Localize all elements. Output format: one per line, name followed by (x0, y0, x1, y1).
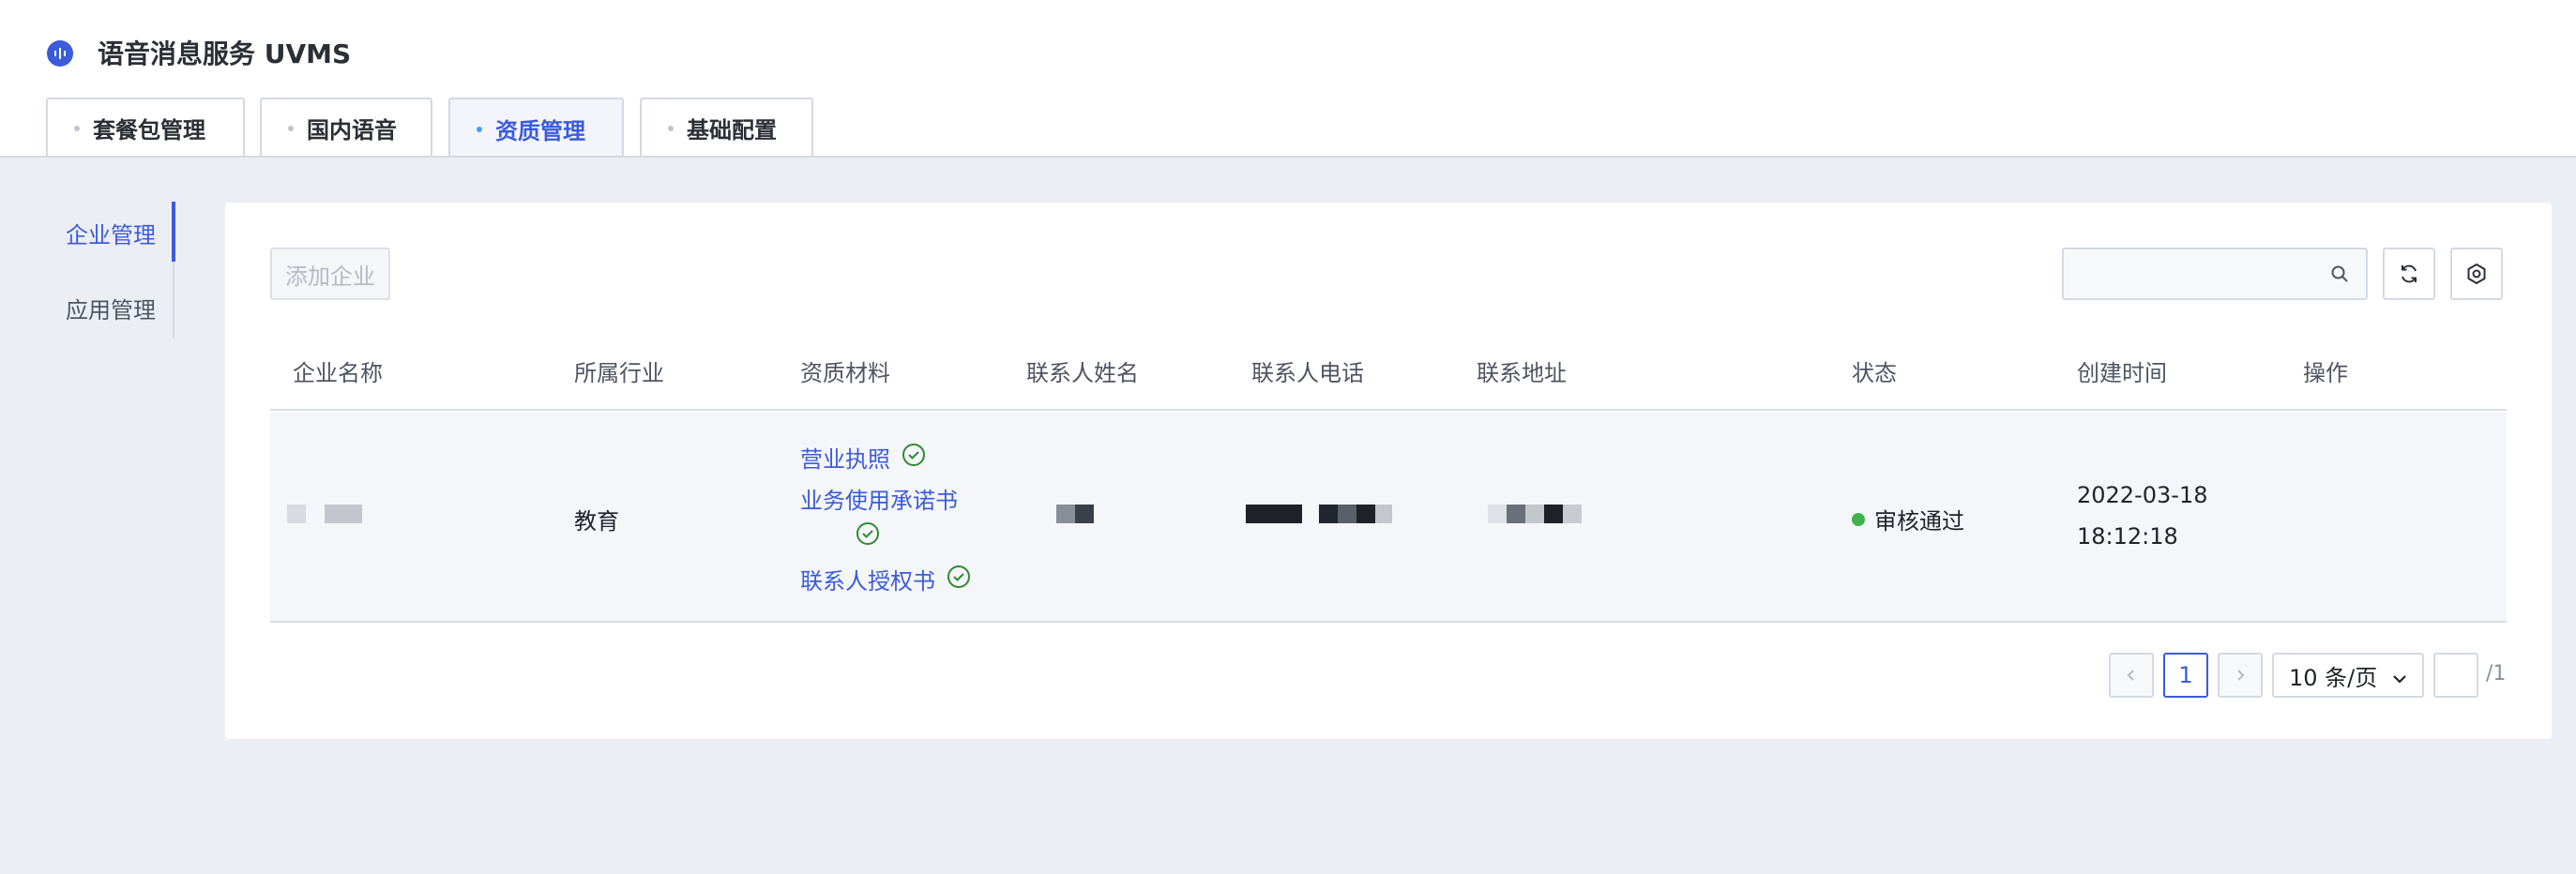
created-date: 2022-03-18 (2077, 482, 2208, 508)
tab-label: 资质管理 (495, 118, 585, 144)
industry-cell: 教育 (574, 508, 619, 535)
chevron-down-icon (2390, 668, 2409, 694)
column-header: 企业名称 (293, 360, 383, 386)
column-header: 操作 (2303, 360, 2348, 386)
column-header: 资质材料 (800, 360, 890, 386)
page-size-label: 10 条/页 (2289, 664, 2378, 691)
material-label: 业务使用承诺书 (800, 488, 958, 514)
header: 语音消息服务 UVMS 套餐包管理 国内语音 资质管理 基础配置 (0, 0, 2576, 158)
material-link-business-license[interactable]: 营业执照 (800, 441, 926, 474)
material-label: 联系人授权书 (800, 568, 935, 595)
column-header: 状态 (1852, 360, 1897, 386)
material-link-commitment-letter[interactable]: 业务使用承诺书 (800, 482, 958, 515)
settings-button[interactable] (2450, 248, 2503, 300)
tab-domestic-voice[interactable]: 国内语音 (260, 98, 432, 157)
column-header: 创建时间 (2077, 360, 2167, 386)
tab-label: 国内语音 (307, 117, 397, 143)
table-row: 教育 营业执照 业务使用承诺书 联系人授权书 审核通过 2022-03-18 1… (270, 413, 2507, 623)
chevron-right-icon (2237, 670, 2245, 681)
status-badge: 审核通过 (1852, 503, 1964, 535)
check-circle-icon (902, 443, 926, 473)
status-dot-icon (1852, 512, 1865, 526)
add-enterprise-button[interactable]: 添加企业 (270, 248, 390, 300)
gear-icon (2467, 263, 2486, 285)
tab-package-management[interactable]: 套餐包管理 (46, 98, 245, 157)
refresh-button[interactable] (2383, 248, 2435, 300)
column-header: 联系地址 (1477, 360, 1567, 386)
check-circle-icon (856, 521, 880, 551)
material-link-authorization-letter[interactable]: 联系人授权书 (800, 563, 971, 595)
app-title: 语音消息服务 UVMS (98, 38, 352, 69)
sidebar-item-enterprise-management[interactable]: 企业管理 (66, 217, 156, 249)
tab-dot-icon (288, 125, 294, 131)
refresh-icon (2402, 264, 2417, 283)
material-label: 营业执照 (800, 446, 890, 473)
tab-dot-icon (668, 125, 674, 131)
tab-dot-icon (74, 125, 80, 131)
status-text: 审核通过 (1874, 508, 1964, 535)
total-pages: /1 (2486, 662, 2507, 686)
column-header: 联系人姓名 (1026, 360, 1139, 386)
tab-dot-icon (477, 126, 482, 132)
tab-qualification-management[interactable]: 资质管理 (448, 98, 624, 158)
check-circle-icon (947, 565, 971, 595)
main-card: 添加企业 企业名称 所属行业 资质材料 联系人姓名 联系人电话 联系地址 状态 … (225, 203, 2552, 739)
page-size-select[interactable]: 10 条/页 (2272, 653, 2424, 698)
page-jump-input[interactable] (2433, 653, 2478, 698)
tab-label: 基础配置 (687, 117, 777, 143)
created-time: 18:12:18 (2077, 523, 2178, 550)
sidebar-item-application-management[interactable]: 应用管理 (66, 292, 156, 324)
column-header: 联系人电话 (1251, 360, 1364, 386)
column-header: 所属行业 (574, 360, 664, 386)
side-nav-active-indicator (172, 202, 175, 262)
next-page-button[interactable] (2218, 653, 2263, 698)
tab-basic-config[interactable]: 基础配置 (640, 98, 813, 157)
tab-label: 套餐包管理 (93, 117, 205, 143)
table-header: 企业名称 所属行业 资质材料 联系人姓名 联系人电话 联系地址 状态 创建时间 … (270, 334, 2507, 411)
chevron-left-icon (2127, 670, 2134, 681)
search-input[interactable] (2062, 248, 2368, 300)
voice-service-icon (47, 40, 73, 67)
search-icon (2330, 264, 2349, 287)
page-number-button[interactable]: 1 (2163, 653, 2208, 698)
prev-page-button[interactable] (2109, 653, 2154, 698)
